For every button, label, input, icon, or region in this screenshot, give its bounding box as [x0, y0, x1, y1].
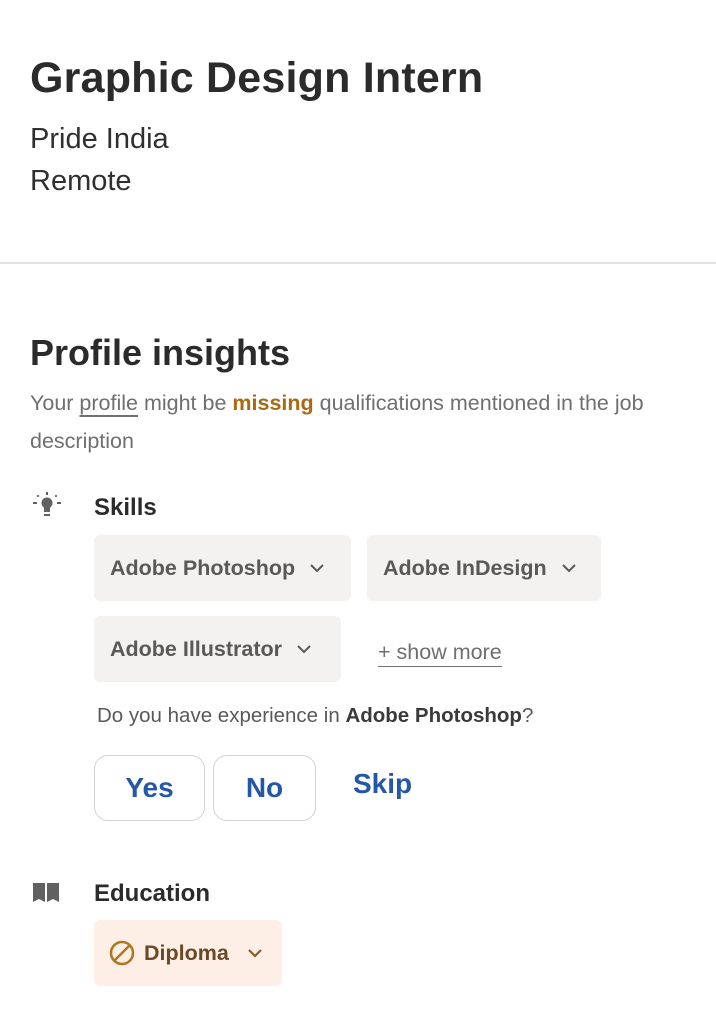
- book-icon: [30, 880, 64, 910]
- desc-text: Your: [30, 391, 80, 415]
- question-text: ?: [521, 704, 534, 727]
- question-text: Do you have experience in: [97, 704, 346, 727]
- chevron-down-icon: [248, 949, 262, 958]
- desc-text: might be: [137, 391, 233, 415]
- question-skill: Adobe Photoshop: [345, 704, 522, 727]
- lightbulb-icon: [30, 492, 64, 522]
- chip-label: Adobe Photoshop: [110, 555, 296, 580]
- education-title: Education: [94, 880, 211, 907]
- skill-chip-illustrator[interactable]: Adobe Illustrator: [94, 616, 341, 682]
- show-more-link[interactable]: + show more: [378, 638, 502, 667]
- job-header: Graphic Design Intern Pride India Remote: [30, 50, 696, 202]
- profile-insights: Profile insights Your profile might be m…: [30, 330, 696, 460]
- insights-description: Your profile might be missing qualificat…: [30, 384, 680, 460]
- job-title: Graphic Design Intern: [30, 54, 484, 102]
- company-name: Pride India: [30, 123, 169, 155]
- chip-label: Adobe InDesign: [383, 555, 547, 580]
- chip-label: Adobe Illustrator: [110, 636, 283, 661]
- profile-link[interactable]: profile: [79, 391, 138, 415]
- education-chip-diploma[interactable]: Diploma: [94, 920, 282, 986]
- job-location: Remote: [30, 165, 132, 197]
- missing-highlight: missing: [232, 391, 314, 415]
- chevron-down-icon: [297, 645, 311, 654]
- section-divider: [0, 262, 716, 264]
- insights-title: Profile insights: [30, 332, 291, 373]
- ban-icon: [109, 940, 135, 966]
- skill-chip-indesign[interactable]: Adobe InDesign: [367, 535, 601, 601]
- skip-button[interactable]: Skip: [353, 768, 412, 800]
- skill-chip-photoshop[interactable]: Adobe Photoshop: [94, 535, 351, 601]
- experience-question: Do you have experience in Adobe Photosho…: [97, 704, 533, 728]
- chevron-down-icon: [561, 564, 576, 573]
- yes-button[interactable]: Yes: [94, 755, 205, 821]
- chevron-down-icon: [310, 564, 324, 573]
- skills-title: Skills: [94, 494, 157, 521]
- no-button[interactable]: No: [213, 755, 316, 821]
- chip-label: Diploma: [144, 940, 229, 965]
